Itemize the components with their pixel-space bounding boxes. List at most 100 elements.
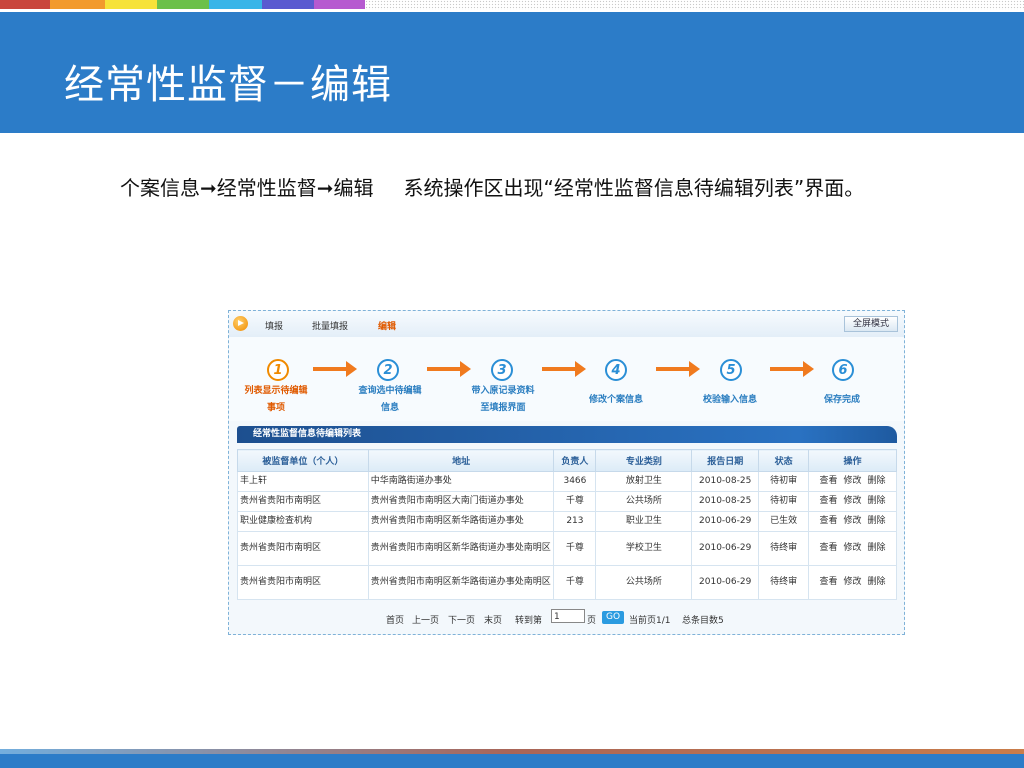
cell-address: 贵州省贵阳市南明区新华路街道办事处南明区 bbox=[367, 565, 555, 600]
step-number-4: 4 bbox=[605, 359, 627, 381]
toolbar: 填报 批量填报 编辑 全屏模式 bbox=[229, 311, 904, 338]
column-header[interactable]: 状态 bbox=[758, 449, 810, 472]
stripe-segment bbox=[105, 0, 157, 9]
header-banner: 经常性监督－编辑 bbox=[0, 12, 1024, 133]
view-link[interactable]: 查看 bbox=[820, 543, 838, 553]
cell-unit: 贵州省贵阳市南明区 bbox=[237, 491, 369, 512]
step-label-2: 查询选中待编辑 信息 bbox=[345, 383, 435, 417]
view-link[interactable]: 查看 bbox=[820, 476, 838, 486]
step-label-line: 列表显示待编辑 bbox=[244, 386, 308, 396]
cell-actions: 查看 修改 删除 bbox=[808, 531, 897, 566]
view-link[interactable]: 查看 bbox=[820, 516, 838, 526]
cell-date: 2010-06-29 bbox=[691, 511, 760, 532]
step-number-5: 5 bbox=[720, 359, 742, 381]
column-header[interactable]: 专业类别 bbox=[595, 449, 693, 472]
cell-person: 213 bbox=[553, 511, 597, 532]
page-unit-label: 页 bbox=[587, 616, 597, 626]
goto-label: 转到第 bbox=[515, 616, 543, 626]
cell-status: 待终审 bbox=[758, 531, 810, 566]
table-header-row: 被监督单位（个人） 地址 负责人 专业类别 报告日期 状态 操作 bbox=[237, 449, 897, 472]
top-color-stripe bbox=[0, 0, 1024, 12]
embedded-screenshot: 填报 批量填报 编辑 全屏模式 1 2 3 4 5 6 列表显示待编辑 事项 查… bbox=[228, 310, 905, 635]
step-label-line: 信息 bbox=[380, 403, 399, 413]
cell-category: 放射卫生 bbox=[595, 471, 693, 492]
play-arrow-icon bbox=[233, 316, 248, 331]
toolbar-edit-link[interactable]: 编辑 bbox=[378, 319, 396, 332]
arrow-right-icon bbox=[770, 361, 814, 377]
cell-person: 千尊 bbox=[553, 531, 597, 566]
step-label-line: 带入原记录资料 bbox=[471, 386, 535, 396]
toolbar-fill-link[interactable]: 填报 bbox=[265, 319, 283, 332]
page-number-input[interactable]: 1 bbox=[551, 609, 585, 623]
process-steps: 1 2 3 4 5 6 列表显示待编辑 事项 查询选中待编辑 信息 带入原记录资… bbox=[229, 337, 904, 421]
stripe-segment bbox=[0, 0, 50, 9]
delete-link[interactable]: 删除 bbox=[868, 516, 886, 526]
step-number-2: 2 bbox=[377, 359, 399, 381]
cell-actions: 查看 修改 删除 bbox=[808, 491, 897, 512]
stripe-segment bbox=[157, 0, 209, 9]
arrow-right-icon bbox=[313, 361, 357, 377]
delete-link[interactable]: 删除 bbox=[868, 577, 886, 587]
description-text: 系统操作区出现“经常性监督信息待编辑列表”界面。 bbox=[403, 176, 865, 200]
cell-date: 2010-08-25 bbox=[691, 471, 760, 492]
modify-link[interactable]: 修改 bbox=[844, 476, 862, 486]
cell-status: 待初审 bbox=[758, 491, 810, 512]
next-page-link[interactable]: 下一页 bbox=[448, 613, 475, 626]
list-title-bar: 经常性监督信息待编辑列表 bbox=[237, 426, 897, 443]
table-row: 职业健康检查机构 贵州省贵阳市南明区新华路街道办事处 213 职业卫生 2010… bbox=[237, 511, 897, 532]
column-header[interactable]: 被监督单位（个人） bbox=[237, 449, 369, 472]
table-row: 丰上轩 中华南路街道办事处 3466 放射卫生 2010-08-25 待初审 查… bbox=[237, 471, 897, 492]
stripe-segment bbox=[262, 0, 314, 9]
step-number-6: 6 bbox=[832, 359, 854, 381]
last-page-link[interactable]: 末页 bbox=[484, 613, 502, 626]
step-label-4: 修改个案信息 bbox=[571, 392, 661, 409]
arrow-right-icon bbox=[656, 361, 700, 377]
modify-link[interactable]: 修改 bbox=[844, 577, 862, 587]
first-page-link[interactable]: 首页 bbox=[386, 613, 404, 626]
bottom-bar bbox=[0, 754, 1024, 768]
cell-actions: 查看 修改 删除 bbox=[808, 511, 897, 532]
cell-actions: 查看 修改 删除 bbox=[808, 565, 897, 600]
modify-link[interactable]: 修改 bbox=[844, 516, 862, 526]
view-link[interactable]: 查看 bbox=[820, 496, 838, 506]
column-header: 操作 bbox=[808, 449, 897, 472]
step-label-1: 列表显示待编辑 事项 bbox=[231, 383, 321, 417]
step-label-line: 事项 bbox=[266, 403, 285, 413]
cell-date: 2010-06-29 bbox=[691, 565, 760, 600]
stripe-segment bbox=[50, 0, 105, 9]
cell-category: 职业卫生 bbox=[595, 511, 693, 532]
column-header[interactable]: 地址 bbox=[367, 449, 555, 472]
view-link[interactable]: 查看 bbox=[820, 577, 838, 587]
delete-link[interactable]: 删除 bbox=[868, 476, 886, 486]
total-count-text: 总条目数5 bbox=[682, 616, 724, 626]
step-label-line: 查询选中待编辑 bbox=[358, 386, 422, 396]
cell-unit: 丰上轩 bbox=[237, 471, 369, 492]
cell-category: 公共场所 bbox=[595, 491, 693, 512]
toolbar-batch-fill-link[interactable]: 批量填报 bbox=[312, 319, 348, 332]
cell-address: 中华南路街道办事处 bbox=[367, 471, 555, 492]
slide-description: 个案信息➞经常性监督➞编辑 系统操作区出现“经常性监督信息待编辑列表”界面。 bbox=[120, 172, 950, 205]
cell-address: 贵州省贵阳市南明区大南门街道办事处 bbox=[367, 491, 555, 512]
delete-link[interactable]: 删除 bbox=[868, 543, 886, 553]
column-header[interactable]: 负责人 bbox=[553, 449, 597, 472]
cell-status: 待终审 bbox=[758, 565, 810, 600]
step-label-line: 修改个案信息 bbox=[588, 395, 643, 405]
modify-link[interactable]: 修改 bbox=[844, 496, 862, 506]
fullscreen-button[interactable]: 全屏模式 bbox=[844, 316, 898, 332]
cell-person: 千尊 bbox=[553, 565, 597, 600]
arrow-right-icon bbox=[427, 361, 471, 377]
table-row: 贵州省贵阳市南明区 贵州省贵阳市南明区新华路街道办事处南明区 千尊 学校卫生 2… bbox=[237, 531, 897, 566]
cell-actions: 查看 修改 删除 bbox=[808, 471, 897, 492]
cell-unit: 贵州省贵阳市南明区 bbox=[237, 531, 369, 566]
prev-page-link[interactable]: 上一页 bbox=[412, 613, 439, 626]
go-button[interactable]: GO bbox=[602, 611, 624, 624]
step-label-5: 校验输入信息 bbox=[685, 392, 775, 409]
modify-link[interactable]: 修改 bbox=[844, 543, 862, 553]
column-header[interactable]: 报告日期 bbox=[691, 449, 760, 472]
dotted-pattern bbox=[365, 0, 1024, 10]
delete-link[interactable]: 删除 bbox=[868, 496, 886, 506]
cell-address: 贵州省贵阳市南明区新华路街道办事处 bbox=[367, 511, 555, 532]
cell-category: 学校卫生 bbox=[595, 531, 693, 566]
navigation-path: 个案信息➞经常性监督➞编辑 bbox=[120, 176, 374, 200]
table-row: 贵州省贵阳市南明区 贵州省贵阳市南明区新华路街道办事处南明区 千尊 公共场所 2… bbox=[237, 565, 897, 600]
